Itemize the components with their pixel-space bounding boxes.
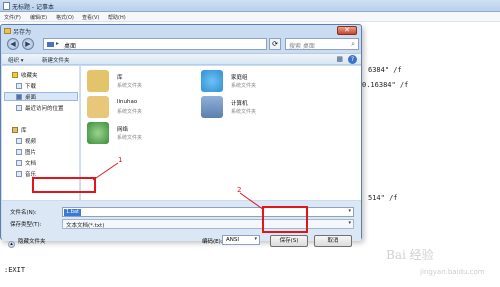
watermark-url: jingyan.baidu.com <box>420 268 485 276</box>
annotation-number-1: 1 <box>118 156 123 164</box>
watermark-logo: Bai 经验 <box>386 248 434 262</box>
annotation-number-2: 2 <box>237 186 242 194</box>
annotation-arrows <box>92 162 265 211</box>
